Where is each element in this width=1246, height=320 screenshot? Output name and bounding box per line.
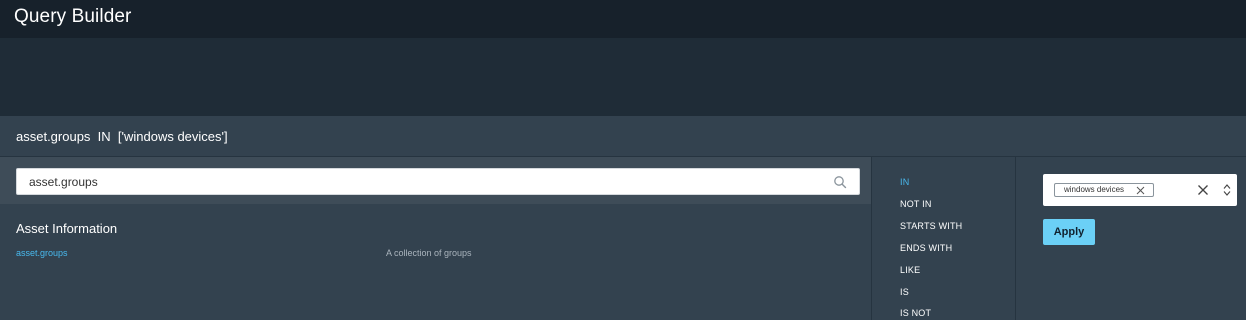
operator-is[interactable]: IS	[900, 287, 909, 297]
operator-like[interactable]: LIKE	[900, 265, 920, 275]
operator-starts-with[interactable]: STARTS WITH	[900, 221, 962, 231]
operator-ends-with[interactable]: ENDS WITH	[900, 243, 952, 253]
value-panel: windows devices Apply	[1016, 157, 1246, 320]
field-panel: Asset Information asset.groups A collect…	[0, 157, 871, 320]
operator-not-in[interactable]: NOT IN	[900, 199, 932, 209]
remove-tag-icon[interactable]	[1136, 186, 1145, 195]
operator-is-not[interactable]: IS NOT	[900, 308, 931, 318]
app-title: Query Builder	[14, 6, 132, 27]
search-icon[interactable]	[833, 175, 847, 189]
search-input[interactable]	[17, 169, 827, 194]
field-item-asset-groups[interactable]: asset.groups	[16, 248, 68, 258]
operator-in[interactable]: IN	[900, 177, 909, 187]
value-select[interactable]: windows devices	[1043, 174, 1237, 206]
title-bar: Query Builder	[0, 0, 1246, 38]
query-summary-bar: asset.groups IN ['windows devices']	[0, 116, 1246, 157]
search-box	[16, 168, 860, 195]
field-description: A collection of groups	[386, 248, 472, 258]
value-tag: windows devices	[1054, 183, 1154, 197]
dropdown-arrows-icon[interactable]	[1223, 183, 1231, 197]
query-summary-text: asset.groups IN ['windows devices']	[16, 129, 228, 144]
operator-list: IN NOT IN STARTS WITH ENDS WITH LIKE IS …	[871, 157, 1016, 320]
search-bar-container	[0, 157, 871, 204]
value-tag-label: windows devices	[1064, 185, 1125, 194]
query-editor: Asset Information asset.groups A collect…	[0, 157, 1246, 320]
section-title-asset-information: Asset Information	[16, 221, 118, 236]
header-spacer	[0, 38, 1246, 116]
clear-icon[interactable]	[1197, 184, 1209, 196]
apply-button[interactable]: Apply	[1043, 219, 1095, 245]
